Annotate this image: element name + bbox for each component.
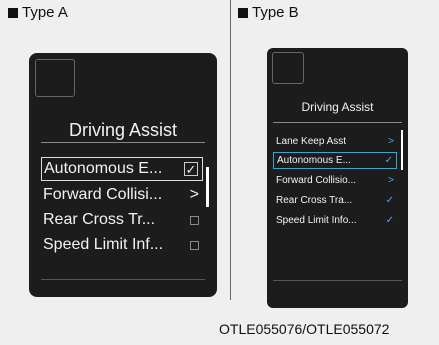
menu-item-label: Autonomous E... bbox=[44, 160, 163, 177]
menu-item-rear-cross-traffic[interactable]: Rear Cross Tr... bbox=[41, 208, 203, 232]
chevron-right-icon: > bbox=[189, 186, 199, 203]
menu-item-label: Autonomous E... bbox=[277, 155, 351, 166]
checkbox-empty-icon[interactable] bbox=[190, 240, 199, 250]
menu-item-label: Forward Collisio... bbox=[276, 175, 357, 186]
type-b-text: Type B bbox=[252, 4, 299, 21]
type-a-text: Type A bbox=[22, 4, 68, 21]
center-divider bbox=[230, 0, 231, 300]
title-underline bbox=[41, 142, 205, 143]
scrollbar[interactable] bbox=[401, 130, 403, 170]
menu-item-autonomous-emergency[interactable]: Autonomous E... ✓ bbox=[41, 157, 203, 181]
title-underline bbox=[273, 122, 402, 123]
menu-title: Driving Assist bbox=[301, 100, 374, 114]
menu-title: Driving Assist bbox=[68, 120, 178, 140]
menu-item-speed-limit[interactable]: Speed Limit Inf... bbox=[41, 233, 203, 257]
display-type-a: Driving Assist Autonomous E... ✓ Forward… bbox=[29, 53, 217, 297]
check-icon[interactable]: ✓ bbox=[385, 155, 393, 166]
thumbnail-box bbox=[272, 52, 304, 84]
menu-item-label: Speed Limit Inf... bbox=[43, 236, 164, 253]
menu-item-rear-cross-traffic[interactable]: Rear Cross Tra... ✓ bbox=[273, 192, 397, 209]
menu-item-label: Rear Cross Tr... bbox=[43, 211, 156, 228]
check-icon[interactable]: ✓ bbox=[386, 195, 394, 206]
chevron-right-icon: > bbox=[388, 175, 394, 186]
menu-item-lane-keep-assist[interactable]: Lane Keep Asst > bbox=[273, 133, 397, 150]
display-type-b: Driving Assist Lane Keep Asst > Autonomo… bbox=[267, 48, 408, 308]
menu-item-speed-limit[interactable]: Speed Limit Info... ✓ bbox=[273, 212, 397, 229]
chevron-right-icon: > bbox=[388, 136, 394, 147]
menu-item-autonomous-emergency[interactable]: Autonomous E... ✓ bbox=[273, 152, 397, 169]
scrollbar[interactable] bbox=[206, 167, 209, 207]
check-icon[interactable]: ✓ bbox=[386, 215, 394, 226]
bottom-divider bbox=[273, 280, 402, 281]
square-bullet-icon bbox=[238, 7, 248, 18]
menu-item-label: Forward Collisi... bbox=[43, 186, 163, 203]
checkbox-empty-icon[interactable] bbox=[190, 215, 199, 225]
type-a-label: Type A bbox=[8, 4, 68, 21]
bottom-divider bbox=[41, 279, 205, 280]
menu-item-label: Rear Cross Tra... bbox=[276, 195, 353, 206]
figure-code: OTLE055076/OTLE055072 bbox=[219, 321, 390, 337]
menu-item-forward-collision[interactable]: Forward Collisio... > bbox=[273, 172, 397, 189]
menu-item-label: Speed Limit Info... bbox=[276, 215, 357, 226]
checkbox-checked-icon[interactable]: ✓ bbox=[184, 162, 198, 176]
type-b-label: Type B bbox=[238, 4, 299, 21]
thumbnail-box bbox=[35, 59, 75, 97]
menu-item-label: Lane Keep Asst bbox=[276, 136, 347, 147]
square-bullet-icon bbox=[8, 7, 18, 18]
menu-item-forward-collision[interactable]: Forward Collisi... > bbox=[41, 183, 203, 207]
